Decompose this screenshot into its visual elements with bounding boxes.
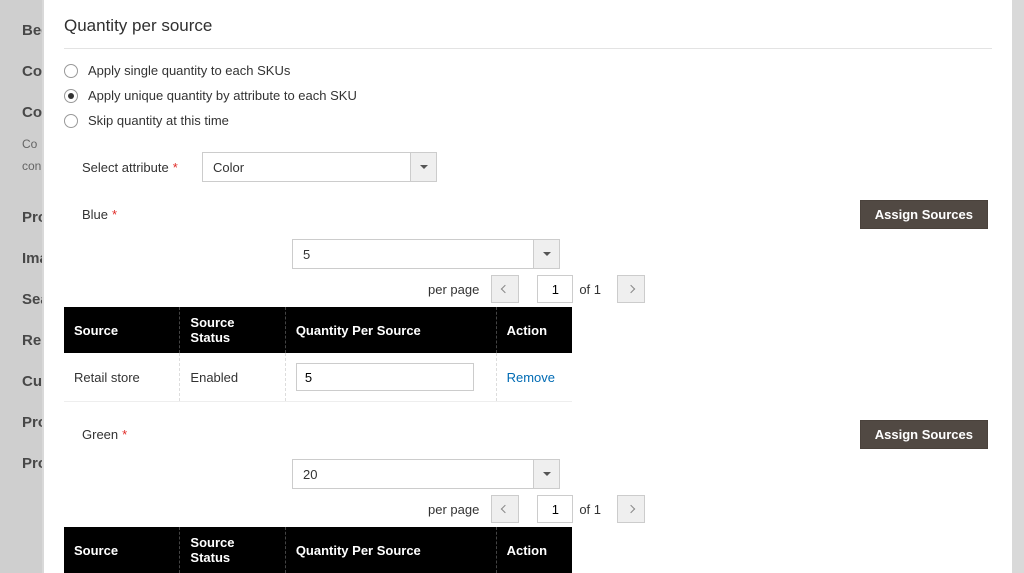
th-action: Action [496,527,572,573]
page-total-label: of 1 [579,282,601,297]
th-source: Source [64,527,180,573]
chevron-right-icon [627,285,635,293]
th-action: Action [496,307,572,353]
per-page-label: per page [428,282,479,297]
sources-table-blue: Source Source Status Quantity Per Source… [64,307,572,402]
th-source: Source [64,307,180,353]
radio-icon [64,114,78,128]
select-attribute-label: Select attribute* [82,160,202,175]
modal-title: Quantity per source [64,16,992,49]
qty-input[interactable] [296,363,474,391]
next-page-button[interactable] [617,275,645,303]
next-page-button[interactable] [617,495,645,523]
value-label-green: Green* [82,427,860,442]
per-page-value: 5 [303,247,310,262]
th-qty: Quantity Per Source [285,307,496,353]
table-row: Retail store Enabled Remove [64,353,572,402]
select-attribute-dropdown[interactable]: Color [202,152,437,182]
radio-icon [64,64,78,78]
radio-label: Apply unique quantity by attribute to ea… [88,88,357,103]
radio-label: Skip quantity at this time [88,113,229,128]
radio-label: Apply single quantity to each SKUs [88,63,290,78]
per-page-label: per page [428,502,479,517]
radio-apply-single[interactable]: Apply single quantity to each SKUs [64,63,992,78]
chevron-left-icon [501,505,509,513]
th-qty: Quantity Per Source [285,527,496,573]
select-attribute-value: Color [213,160,244,175]
remove-link[interactable]: Remove [507,370,555,385]
page-number-input[interactable] [537,275,573,303]
chevron-down-icon [533,240,559,268]
assign-sources-button[interactable]: Assign Sources [860,420,988,449]
quantity-per-source-modal: Quantity per source Apply single quantit… [44,0,1012,573]
chevron-right-icon [627,505,635,513]
cell-source: Retail store [64,353,180,402]
cell-status: Enabled [180,353,285,402]
page-number-input[interactable] [537,495,573,523]
prev-page-button[interactable] [491,495,519,523]
radio-icon-selected [64,89,78,103]
chevron-down-icon [533,460,559,488]
chevron-left-icon [501,285,509,293]
prev-page-button[interactable] [491,275,519,303]
th-status: Source Status [180,307,285,353]
assign-sources-button[interactable]: Assign Sources [860,200,988,229]
value-section-blue: Blue* Assign Sources 5 per page of 1 Sou… [82,200,992,402]
per-page-value: 20 [303,467,317,482]
page-total-label: of 1 [579,502,601,517]
value-label-blue: Blue* [82,207,860,222]
per-page-dropdown[interactable]: 20 [292,459,560,489]
radio-skip[interactable]: Skip quantity at this time [64,113,992,128]
chevron-down-icon [410,153,436,181]
value-section-green: Green* Assign Sources 20 per page of 1 S… [82,420,992,573]
th-status: Source Status [180,527,285,573]
sources-table-green: Source Source Status Quantity Per Source… [64,527,572,573]
per-page-dropdown[interactable]: 5 [292,239,560,269]
radio-apply-unique[interactable]: Apply unique quantity by attribute to ea… [64,88,992,103]
